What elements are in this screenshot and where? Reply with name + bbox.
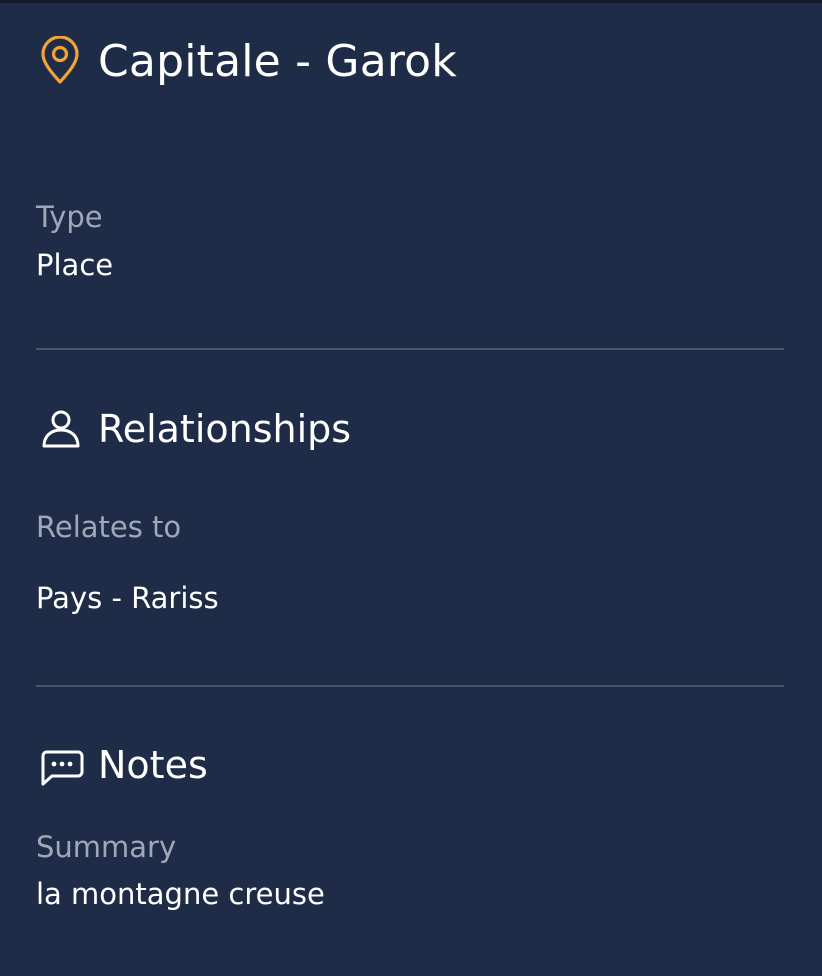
divider <box>36 685 784 687</box>
map-pin-icon <box>38 35 82 86</box>
divider <box>36 348 784 350</box>
page-header: Capitale - Garok <box>38 30 457 92</box>
relationships-title: Relationships <box>98 407 352 451</box>
notes-header: Notes <box>38 740 208 790</box>
type-label: Type <box>36 200 103 234</box>
relates-to-label: Relates to <box>36 510 182 544</box>
relationships-header: Relationships <box>38 404 351 454</box>
person-icon <box>38 406 84 452</box>
notes-title: Notes <box>98 743 208 787</box>
summary-label: Summary <box>36 830 177 864</box>
chat-bubble-icon <box>38 742 84 788</box>
type-value: Place <box>36 248 114 282</box>
summary-value: la montagne creuse <box>36 877 325 911</box>
related-entity-link[interactable]: Pays - Rariss <box>36 581 219 615</box>
top-edge <box>0 0 822 3</box>
page-title: Capitale - Garok <box>98 35 457 87</box>
